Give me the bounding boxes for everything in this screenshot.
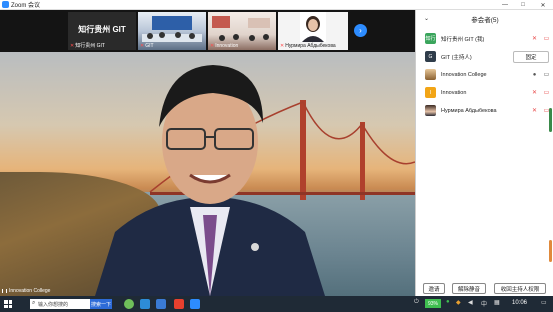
video-thumbnail[interactable]: ✕ Innovation	[208, 12, 276, 50]
invite-button[interactable]: 邀请	[423, 283, 445, 294]
next-page-button[interactable]: ›	[354, 24, 367, 37]
speaker-icon[interactable]: ◀	[468, 299, 473, 306]
search-icon: ⌕	[32, 300, 36, 306]
avatar	[425, 105, 436, 116]
zoom-app-icon[interactable]	[190, 299, 200, 309]
keyboard-icon[interactable]: ▦	[494, 299, 500, 306]
participant-name: Innovation College	[441, 71, 487, 78]
mic-muted-icon[interactable]: ✕	[530, 106, 539, 115]
unmute-all-button[interactable]: 解除静音	[452, 283, 486, 294]
camera-off-icon[interactable]: ▭	[542, 88, 551, 97]
plug-icon: ⏻	[414, 299, 419, 305]
clock[interactable]: 10:06	[512, 300, 527, 306]
zoom-logo-icon	[2, 1, 9, 8]
participant-row[interactable]: I Innovation ✕ ▭	[416, 84, 553, 101]
window-title: Zoom 会议	[11, 3, 41, 9]
panel-scrollbar[interactable]	[549, 108, 552, 132]
video-thumbnail[interactable]: ✕ Нурмира Абдыбекова	[278, 12, 348, 50]
speaker-person-image	[95, 65, 325, 296]
notification-icon[interactable]: ▭	[541, 299, 547, 306]
network-icon[interactable]: ●	[446, 299, 450, 305]
windows-taskbar: ⌕ 输入你想搜的 搜索一下 ⏻ 93% ● ◆ ◀ 中 ▦ 10:06 ▭	[0, 296, 553, 312]
participant-row[interactable]: 知行 知行贵州 GIT (我) ✕ ▭	[416, 30, 553, 47]
panel-scroll-indicator	[549, 240, 552, 262]
mic-muted-icon[interactable]: ✕	[530, 88, 539, 97]
wechat-app-icon[interactable]	[124, 299, 134, 309]
mic-muted-icon[interactable]: ✕	[530, 34, 539, 43]
reclaim-host-button[interactable]: 收回主持人权限	[494, 283, 546, 294]
thumbnail-name: GIT	[145, 43, 154, 49]
main-video-name: Innovation College	[9, 288, 51, 294]
battery-indicator[interactable]: 93%	[425, 299, 441, 308]
signal-icon	[2, 289, 7, 293]
camera-off-icon[interactable]: ▭	[542, 34, 551, 43]
title-bar: Zoom 会议 — □ ✕	[0, 0, 553, 10]
close-button[interactable]: ✕	[535, 0, 551, 10]
pin-tooltip[interactable]: 固定	[513, 51, 549, 63]
wps-app-icon[interactable]	[174, 299, 184, 309]
avatar: 知行	[425, 33, 436, 44]
thumbnail-big-name: 知行贵州 GIT	[78, 25, 126, 34]
video-area: 知行贵州 GIT ✕ 知行贵州 GIT ✕ GIT ✕ Innovation ✕…	[0, 10, 415, 296]
gallery-strip: 知行贵州 GIT ✕ 知行贵州 GIT ✕ GIT ✕ Innovation ✕…	[0, 10, 415, 52]
browser-app-icon[interactable]	[156, 299, 166, 309]
windows-start-icon[interactable]	[4, 300, 12, 308]
participant-name: Нурмира Абдыбекова	[441, 107, 497, 114]
video-thumbnail[interactable]: ✕ GIT	[138, 12, 206, 50]
participants-header: 参会者(5)	[471, 17, 499, 24]
thumbnail-name: Нурмира Абдыбекова	[285, 43, 336, 49]
collapse-chevron-icon[interactable]: ⌄	[424, 15, 429, 22]
thumbnail-name: Innovation	[215, 43, 239, 49]
participant-name: Innovation	[441, 89, 467, 96]
participant-name: 知行贵州 GIT (我)	[441, 36, 485, 43]
minimize-button[interactable]: —	[497, 0, 513, 10]
mic-muted-icon: ✕	[70, 42, 75, 49]
maximize-button[interactable]: □	[515, 0, 531, 10]
mic-on-icon[interactable]: ●	[530, 70, 539, 79]
active-speaker-video: Innovation College	[0, 52, 415, 296]
video-thumbnail[interactable]: 知行贵州 GIT ✕ 知行贵州 GIT	[68, 12, 136, 50]
chevron-right-icon: ›	[359, 26, 362, 35]
avatar: G	[425, 51, 436, 62]
taskbar-search-input[interactable]: ⌕ 输入你想搜的	[30, 299, 90, 309]
mic-muted-icon: ✕	[280, 43, 285, 49]
search-button[interactable]: 搜索一下	[90, 299, 112, 309]
edge-app-icon[interactable]	[140, 299, 150, 309]
camera-on-icon[interactable]: ▭	[542, 70, 551, 79]
participant-row[interactable]: Innovation College ● ▭	[416, 66, 553, 83]
ime-indicator[interactable]: 中	[481, 299, 487, 308]
thumbnail-name: 知行贵州 GIT	[75, 43, 105, 49]
mic-muted-icon: ✕	[140, 43, 145, 49]
avatar: I	[425, 87, 436, 98]
avatar	[425, 69, 436, 80]
tray-app-icon[interactable]: ◆	[456, 299, 461, 306]
participant-row[interactable]: Нурмира Абдыбекова ✕ ▭	[416, 102, 553, 119]
mic-muted-icon: ✕	[210, 43, 215, 49]
